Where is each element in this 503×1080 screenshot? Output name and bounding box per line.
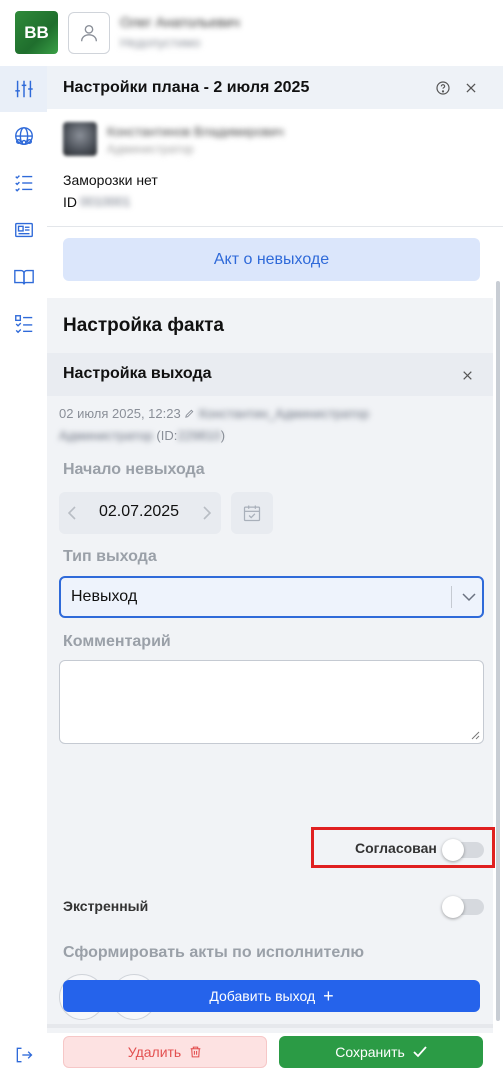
save-button[interactable]: Сохранить (279, 1036, 483, 1068)
close-icon[interactable] (461, 78, 481, 98)
delete-label: Удалить (127, 1044, 182, 1060)
exit-type-value: Невыход (71, 588, 138, 605)
comment-textarea[interactable] (59, 660, 484, 744)
trash-icon (190, 1046, 201, 1058)
urgent-toggle[interactable] (442, 896, 484, 918)
sliders-icon (14, 80, 33, 98)
user-name: Олег Анатольевич (120, 14, 240, 30)
exit-meta-date: 02 июля 2025, 12:23 (59, 406, 181, 421)
side-navigation (0, 66, 47, 1080)
chevron-down-icon[interactable] (459, 587, 479, 607)
top-bar: BB Олег Анатольевич Недопустимо (0, 0, 503, 66)
nav-checklist[interactable] (0, 160, 47, 206)
panel-header: Настройки плана - 2 июля 2025 (47, 66, 503, 109)
plan-settings-panel: Настройки плана - 2 июля 2025 Константин… (47, 66, 503, 1080)
employee-id-value: 0010001 (80, 194, 131, 209)
logout-icon[interactable] (14, 1045, 34, 1065)
comment-label: Комментарий (63, 633, 171, 650)
add-exit-label: Добавить выход (209, 988, 316, 1004)
urgent-label: Экстренный (63, 898, 149, 914)
exit-meta-id-label: (ID: (156, 428, 178, 443)
acts-label: Сформировать акты по исполнителю (63, 944, 365, 961)
help-icon[interactable] (433, 78, 453, 98)
add-exit-button[interactable]: Добавить выход + (63, 980, 480, 1012)
fact-settings-title: Настройка факта (63, 315, 224, 336)
delete-button[interactable]: Удалить (63, 1036, 267, 1068)
chevron-left-icon[interactable] (63, 503, 81, 523)
exit-meta-line-2: Администратор (ID:229810) (59, 428, 225, 443)
book-icon (13, 269, 34, 285)
id-card-icon (14, 222, 33, 238)
start-date-label: Начало невыхода (63, 461, 205, 478)
calendar-check-icon (243, 505, 261, 522)
employee-id-label: ID (63, 194, 77, 210)
panel-title: Настройки плана - 2 июля 2025 (63, 79, 310, 96)
absence-act-button[interactable]: Акт о невыходе (63, 238, 480, 281)
exit-meta-author: Константин_Администратор (198, 406, 370, 421)
exit-meta-line: 02 июля 2025, 12:23 Константин_Администр… (59, 406, 369, 421)
check-icon (413, 1046, 427, 1058)
nav-book[interactable] (0, 254, 47, 300)
resize-handle-icon[interactable] (471, 731, 480, 740)
select-separator (451, 586, 452, 608)
exit-type-select[interactable]: Невыход (59, 576, 484, 618)
user-avatar[interactable] (68, 12, 110, 54)
freeze-status: Заморозки нет (63, 172, 158, 188)
divider (47, 226, 503, 227)
app-logo[interactable]: BB (15, 11, 58, 54)
exit-settings-header: Настройка выхода (47, 353, 493, 396)
footer-divider (47, 1024, 493, 1028)
user-icon (80, 24, 98, 42)
save-label: Сохранить (335, 1044, 405, 1060)
start-date-value[interactable]: 02.07.2025 (99, 503, 179, 521)
pencil-icon (185, 409, 194, 418)
calendar-button[interactable] (231, 492, 273, 534)
exit-meta-id-value: 229810 (177, 428, 221, 443)
chevron-right-icon[interactable] (197, 503, 215, 523)
nav-plan-settings[interactable] (0, 66, 47, 112)
employee-photo (63, 122, 97, 156)
toggle-knob (442, 896, 464, 918)
nav-task-list[interactable] (0, 301, 47, 347)
agreed-highlight-box (311, 827, 495, 868)
fact-settings-section: Настройка факта Настройка выхода 02 июля… (47, 298, 495, 1033)
start-date-picker: 02.07.2025 (59, 492, 221, 534)
exit-type-label: Тип выхода (63, 548, 157, 565)
nav-id-card[interactable] (0, 207, 47, 253)
scrollbar[interactable] (496, 281, 500, 1021)
employee-role: Администратор (107, 142, 194, 156)
task-list-icon (14, 315, 32, 334)
employee-name: Константинов Владимирович (107, 124, 284, 139)
globe-people-icon (14, 127, 33, 145)
nav-network[interactable] (0, 113, 47, 159)
exit-settings-title: Настройка выхода (63, 365, 212, 382)
exit-meta-role: Администратор (59, 428, 153, 443)
exit-close-icon[interactable] (457, 365, 477, 385)
plus-icon: + (323, 986, 334, 1006)
exit-meta-id-close: ) (220, 428, 226, 443)
checklist-icon (14, 175, 32, 192)
user-role: Недопустимо (120, 35, 201, 50)
